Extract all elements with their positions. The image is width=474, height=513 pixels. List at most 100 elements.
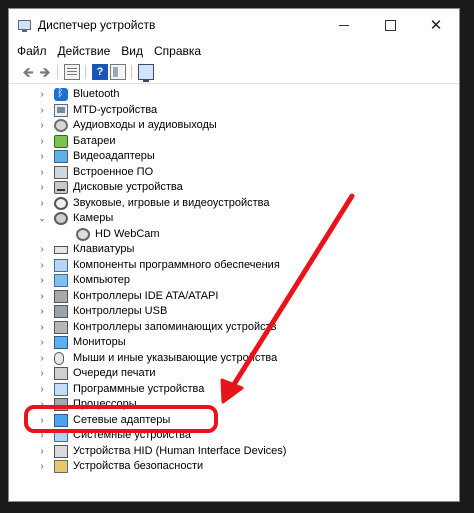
software-component-icon bbox=[54, 258, 68, 272]
network-adapter-icon bbox=[54, 413, 68, 427]
tree-item-label: HD WebCam bbox=[95, 227, 160, 240]
toolbar-separator bbox=[131, 65, 132, 79]
title-bar: Диспетчер устройств ✕ bbox=[9, 9, 459, 41]
tree-category-item[interactable]: › Системные устройства bbox=[9, 428, 459, 443]
battery-icon bbox=[54, 134, 68, 148]
tree-category-item[interactable]: › Bluetooth bbox=[9, 87, 459, 102]
menu-action[interactable]: Действие bbox=[58, 44, 111, 58]
firmware-icon bbox=[54, 165, 68, 179]
tree-category-item[interactable]: › Устройства HID (Human Interface Devices… bbox=[9, 444, 459, 459]
tree-item-label: Аудиовходы и аудиовыходы bbox=[73, 119, 217, 131]
tree-item-label: Мониторы bbox=[73, 336, 126, 348]
tree-category-item[interactable]: › Очереди печати bbox=[9, 366, 459, 381]
chevron-right-icon[interactable]: › bbox=[37, 273, 47, 288]
chevron-right-icon[interactable]: › bbox=[37, 351, 47, 366]
tree-child-item[interactable]: HD WebCam bbox=[9, 227, 459, 242]
chevron-right-icon[interactable]: › bbox=[37, 87, 47, 102]
maximize-button[interactable] bbox=[367, 9, 413, 41]
tree-item-label: Видеоадаптеры bbox=[73, 150, 155, 162]
chevron-right-icon[interactable]: › bbox=[37, 335, 47, 350]
close-icon: ✕ bbox=[429, 16, 443, 34]
back-arrow-icon[interactable]: 🡸 bbox=[20, 64, 36, 80]
chevron-right-icon[interactable]: › bbox=[37, 118, 47, 133]
window-title: Диспетчер устройств bbox=[38, 18, 156, 32]
properties-icon[interactable] bbox=[64, 64, 80, 80]
computer-icon bbox=[54, 274, 68, 287]
chevron-right-icon[interactable]: › bbox=[37, 428, 47, 443]
chevron-right-icon[interactable]: › bbox=[37, 242, 47, 257]
device-tree: › Bluetooth › MTD-устройства › Аудиовходы и а… bbox=[9, 87, 459, 501]
chevron-right-icon[interactable]: › bbox=[37, 459, 47, 474]
tree-category-item[interactable]: › Сетевые адаптеры bbox=[9, 413, 459, 428]
chevron-right-icon[interactable]: › bbox=[37, 258, 47, 273]
tree-category-item[interactable]: › Процессоры bbox=[9, 397, 459, 412]
tree-category-item[interactable]: › Мониторы bbox=[9, 335, 459, 350]
toolbar-separator bbox=[85, 65, 86, 79]
tree-item-label: Батареи bbox=[73, 134, 116, 147]
chevron-right-icon[interactable]: › bbox=[37, 149, 47, 164]
chevron-right-icon[interactable]: › bbox=[37, 382, 47, 397]
hid-device-icon bbox=[54, 444, 68, 458]
security-device-icon bbox=[54, 460, 68, 473]
tree-category-item[interactable]: › Видеоадаптеры bbox=[9, 149, 459, 164]
maximize-icon bbox=[384, 19, 396, 31]
tree-category-item[interactable]: › MTD-устройства bbox=[9, 103, 459, 118]
mtd-device-icon bbox=[54, 103, 68, 117]
tree-category-item[interactable]: › Устройства безопасности bbox=[9, 459, 459, 474]
tree-item-label: Контроллеры USB bbox=[73, 305, 168, 317]
show-hide-panel-icon[interactable] bbox=[110, 64, 126, 80]
tree-item-label: Контроллеры запоминающих устройств bbox=[73, 320, 277, 333]
chevron-right-icon[interactable]: › bbox=[37, 413, 47, 428]
chevron-right-icon[interactable]: › bbox=[37, 444, 47, 459]
tree-item-label: Контроллеры IDE ATA/ATAPI bbox=[73, 289, 219, 302]
chevron-down-icon[interactable]: ⌄ bbox=[37, 211, 47, 226]
forward-arrow-icon[interactable]: 🡺 bbox=[37, 64, 53, 80]
chevron-right-icon[interactable]: › bbox=[37, 397, 47, 412]
tree-category-item[interactable]: › Контроллеры USB bbox=[9, 304, 459, 319]
chevron-right-icon[interactable]: › bbox=[37, 320, 47, 335]
tree-category-item[interactable]: › Компьютер bbox=[9, 273, 459, 288]
tree-category-item[interactable]: › Программные устройства bbox=[9, 382, 459, 397]
tree-category-item[interactable]: › Батареи bbox=[9, 134, 459, 149]
minimize-button[interactable] bbox=[321, 9, 367, 41]
chevron-right-icon[interactable]: › bbox=[37, 196, 47, 211]
keyboard-icon bbox=[54, 246, 68, 254]
tree-category-item[interactable]: › Дисковые устройства bbox=[9, 180, 459, 195]
tree-item-label: Клавиатуры bbox=[73, 243, 135, 255]
toolbar-separator bbox=[57, 65, 58, 79]
chevron-right-icon[interactable]: › bbox=[37, 289, 47, 304]
tree-category-item[interactable]: › Компоненты программного обеспечения bbox=[9, 258, 459, 273]
processor-icon bbox=[54, 398, 68, 411]
tree-item-label: Компоненты программного обеспечения bbox=[73, 258, 280, 271]
minimize-icon bbox=[339, 24, 349, 26]
tree-item-label: Процессоры bbox=[73, 398, 137, 410]
tree-category-item[interactable]: › Контроллеры IDE ATA/ATAPI bbox=[9, 289, 459, 304]
ide-controller-icon bbox=[54, 289, 68, 303]
help-icon[interactable]: ? bbox=[92, 64, 108, 80]
chevron-right-icon[interactable]: › bbox=[37, 366, 47, 381]
tree-item-label: Компьютер bbox=[73, 274, 130, 286]
toolbar: 🡸 🡺 ? bbox=[9, 61, 459, 84]
tree-item-label: Системные устройства bbox=[73, 429, 192, 441]
chevron-right-icon[interactable]: › bbox=[37, 180, 47, 195]
menu-bar: Файл Действие Вид Справка bbox=[9, 41, 459, 61]
tree-category-item[interactable]: › Аудиовходы и аудиовыходы bbox=[9, 118, 459, 133]
tree-item-label: Встроенное ПО bbox=[73, 165, 154, 178]
tree-category-item[interactable]: › Клавиатуры bbox=[9, 242, 459, 257]
tree-category-item[interactable]: › Контроллеры запоминающих устройств bbox=[9, 320, 459, 335]
bluetooth-icon bbox=[54, 87, 68, 101]
tree-category-item[interactable]: › Мыши и иные указывающие устройства bbox=[9, 351, 459, 366]
chevron-right-icon[interactable]: › bbox=[37, 103, 47, 118]
chevron-right-icon[interactable]: › bbox=[37, 134, 47, 149]
menu-help[interactable]: Справка bbox=[154, 44, 201, 58]
scan-hardware-icon[interactable] bbox=[138, 64, 154, 82]
menu-file[interactable]: Файл bbox=[17, 44, 47, 58]
menu-view[interactable]: Вид bbox=[121, 44, 143, 58]
tree-category-item[interactable]: › Встроенное ПО bbox=[9, 165, 459, 180]
tree-category-item[interactable]: › Звуковые, игровые и видеоустройства bbox=[9, 196, 459, 211]
close-button[interactable]: ✕ bbox=[413, 9, 459, 41]
tree-category-item[interactable]: ⌄ Камеры bbox=[9, 211, 459, 226]
chevron-right-icon[interactable]: › bbox=[37, 165, 47, 180]
tree-item-label: Программные устройства bbox=[73, 382, 205, 395]
chevron-right-icon[interactable]: › bbox=[37, 304, 47, 319]
